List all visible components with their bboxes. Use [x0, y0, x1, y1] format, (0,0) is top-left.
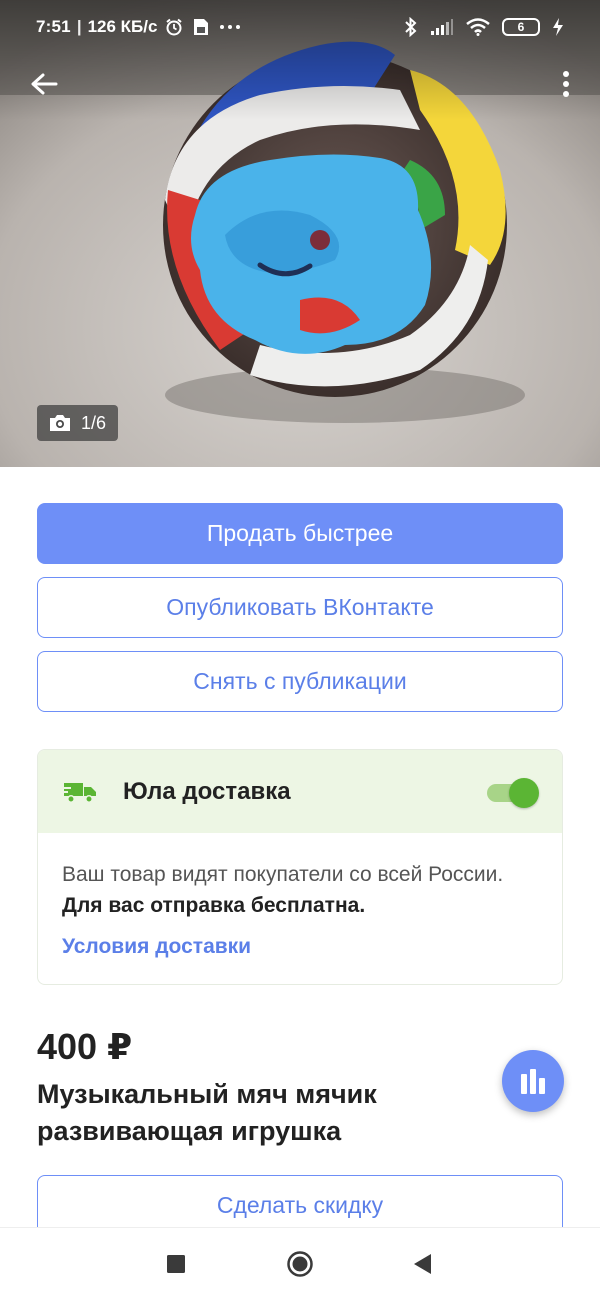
signal-icon	[431, 19, 453, 35]
publish-vk-button[interactable]: Опубликовать ВКонтакте	[37, 577, 563, 638]
delivery-card-body: Ваш товар видят покупатели со всей Росси…	[38, 833, 562, 959]
unpublish-button[interactable]: Снять с публикации	[37, 651, 563, 712]
photo-counter[interactable]: 1/6	[37, 405, 119, 441]
circle-icon	[287, 1251, 313, 1277]
delivery-free-note: Для вас отправка бесплатна.	[62, 894, 366, 917]
status-bar: 7:51 | 126 КБ/с 6	[0, 0, 600, 54]
arrow-left-icon	[31, 73, 58, 95]
camera-icon	[50, 415, 70, 431]
alarm-icon	[166, 18, 183, 36]
listing-price: 400 ₽	[37, 1026, 133, 1067]
delivery-audience-text: Ваш товар видят покупатели со всей Росси…	[62, 863, 504, 886]
listing-photo[interactable]	[0, 0, 600, 467]
wifi-icon	[466, 18, 490, 36]
delivery-toggle-knob	[509, 777, 539, 808]
kebab-menu-icon	[563, 71, 569, 97]
bluetooth-icon	[405, 17, 417, 37]
photo-counter-text: 1/6	[81, 412, 107, 433]
delivery-conditions-link[interactable]: Условия доставки	[62, 935, 251, 959]
system-nav-bar	[0, 1227, 600, 1299]
nav-back-button[interactable]	[408, 1250, 436, 1278]
delivery-description: Ваш товар видят покупатели со всей Росси…	[62, 859, 538, 921]
delivery-title: Юла доставка	[123, 777, 291, 805]
listing-title: Музыкальный мяч мячик развивающая игрушк…	[37, 1079, 377, 1146]
bar-chart-icon	[521, 1069, 545, 1094]
delivery-card: Юла доставка Ваш товар видят покупатели …	[37, 749, 563, 985]
stats-button[interactable]	[502, 1050, 564, 1112]
delivery-truck-icon	[63, 782, 96, 803]
status-separator: |	[76, 17, 82, 36]
network-speed: 126 КБ/с	[87, 17, 158, 36]
save-icon	[194, 19, 209, 35]
battery-icon: 6	[502, 18, 540, 36]
square-icon	[167, 1255, 185, 1273]
nav-home-button[interactable]	[286, 1250, 314, 1278]
sell-faster-button[interactable]: Продать быстрее	[37, 503, 563, 564]
back-button[interactable]	[26, 66, 62, 102]
delivery-toggle[interactable]	[487, 777, 539, 808]
more-options-button[interactable]	[554, 66, 578, 102]
triangle-back-icon	[414, 1254, 431, 1274]
nav-recents-button[interactable]	[162, 1250, 190, 1278]
charging-icon	[553, 18, 563, 36]
delivery-card-header: Юла доставка	[38, 750, 562, 833]
more-dots-icon	[220, 25, 241, 29]
status-time: 7:51	[36, 17, 71, 36]
